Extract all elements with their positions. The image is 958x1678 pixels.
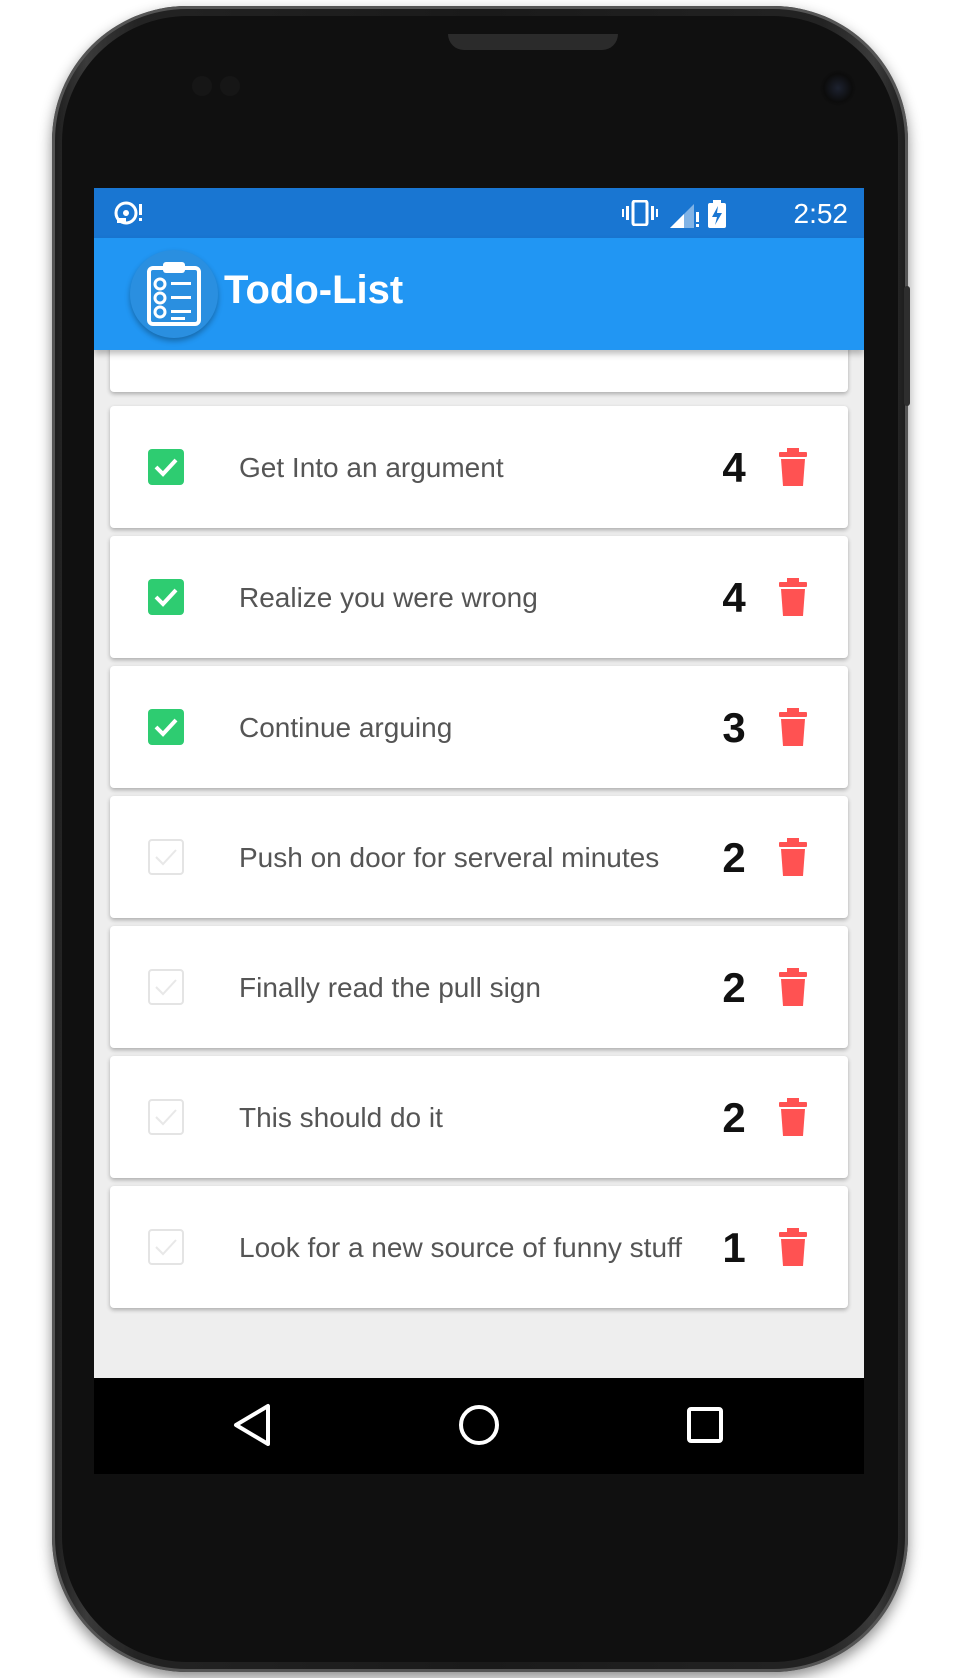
signal-icon xyxy=(670,200,700,233)
clipboard-checklist-icon xyxy=(130,250,218,338)
task-priority: 2 xyxy=(722,1094,746,1141)
task-text: Finally read the pull sign xyxy=(239,972,541,1003)
task-priority: 3 xyxy=(722,704,746,751)
status-time: 2:52 xyxy=(793,198,849,229)
notification-icon xyxy=(114,200,144,231)
todo-card: Realize you were wrong 4 xyxy=(110,536,848,658)
task-text: Realize you were wrong xyxy=(239,582,538,613)
todo-list[interactable]: Get Into an argument 4 Realize you were … xyxy=(94,350,864,1474)
task-checkbox[interactable] xyxy=(148,969,184,1005)
check-icon xyxy=(155,849,177,866)
screen: 2:52 Todo-List Get Into an argument 4 Re… xyxy=(94,188,864,1474)
recents-icon[interactable] xyxy=(682,1402,732,1452)
battery-charging-icon xyxy=(708,200,726,233)
delete-icon[interactable] xyxy=(778,578,808,621)
proximity-sensor xyxy=(192,76,212,96)
todo-card: Push on door for serveral minutes 2 xyxy=(110,796,848,918)
front-camera xyxy=(820,70,856,106)
task-checkbox[interactable] xyxy=(148,1099,184,1135)
task-priority: 1 xyxy=(722,1224,746,1271)
delete-icon[interactable] xyxy=(778,968,808,1011)
task-checkbox[interactable] xyxy=(148,1229,184,1265)
check-icon xyxy=(154,458,178,477)
light-sensor xyxy=(220,76,240,96)
task-checkbox[interactable] xyxy=(148,449,184,485)
todo-card: Look for a new source of funny stuff 1 xyxy=(110,1186,848,1308)
delete-icon[interactable] xyxy=(778,708,808,751)
todo-card: Get Into an argument 4 xyxy=(110,406,848,528)
delete-icon[interactable] xyxy=(778,1228,808,1271)
navigation-bar xyxy=(94,1378,864,1474)
check-icon xyxy=(155,1239,177,1256)
task-text: Get Into an argument xyxy=(239,452,504,483)
delete-icon[interactable] xyxy=(778,448,808,491)
earpiece-speaker xyxy=(448,34,618,50)
status-bar: 2:52 xyxy=(94,188,864,238)
delete-icon[interactable] xyxy=(778,838,808,881)
task-checkbox[interactable] xyxy=(148,709,184,745)
task-priority: 4 xyxy=(722,444,746,491)
task-text: Look for a new source of funny stuff xyxy=(239,1232,683,1263)
todo-card: Continue arguing 3 xyxy=(110,666,848,788)
back-icon[interactable] xyxy=(230,1402,280,1452)
vibrate-icon xyxy=(622,199,658,231)
delete-icon[interactable] xyxy=(778,1098,808,1141)
task-text: Continue arguing xyxy=(239,712,453,743)
app-bar: Todo-List xyxy=(94,238,864,350)
power-button xyxy=(904,286,910,406)
todo-card-partial xyxy=(110,350,848,392)
todo-card: Finally read the pull sign 2 xyxy=(110,926,848,1048)
task-priority: 2 xyxy=(722,834,746,881)
check-icon xyxy=(154,588,178,607)
todo-card: This should do it 2 xyxy=(110,1056,848,1178)
home-icon[interactable] xyxy=(456,1402,506,1452)
task-priority: 2 xyxy=(722,964,746,1011)
check-icon xyxy=(155,1109,177,1126)
task-text: Push on door for serveral minutes xyxy=(239,842,660,873)
check-icon xyxy=(155,979,177,996)
task-checkbox[interactable] xyxy=(148,579,184,615)
task-priority: 4 xyxy=(722,574,746,621)
check-icon xyxy=(154,718,178,737)
task-text: This should do it xyxy=(239,1102,443,1133)
task-checkbox[interactable] xyxy=(148,839,184,875)
app-title: Todo-List xyxy=(224,268,404,312)
